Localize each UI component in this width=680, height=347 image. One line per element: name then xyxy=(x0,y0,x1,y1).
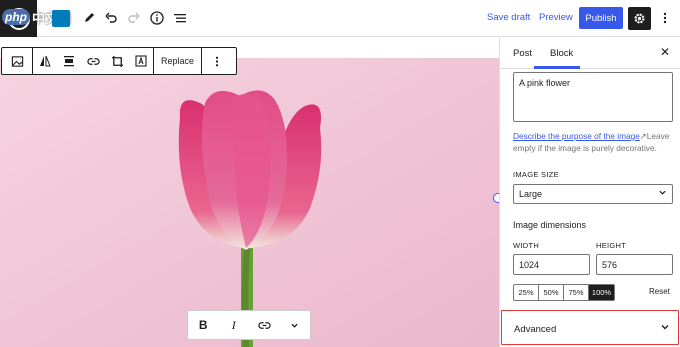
redo-icon[interactable] xyxy=(124,8,144,28)
chevron-down-icon xyxy=(660,322,670,332)
image-icon[interactable] xyxy=(2,48,32,74)
replace-button[interactable]: Replace xyxy=(154,48,201,74)
image-size-select[interactable]: Large xyxy=(513,184,673,204)
width-input[interactable]: 1024 xyxy=(513,254,590,275)
publish-button[interactable]: Publish xyxy=(579,7,623,29)
describe-purpose-link[interactable]: Describe the purpose of the image xyxy=(513,131,640,141)
crop-icon[interactable] xyxy=(105,48,129,74)
image-size-label: IMAGE SIZE xyxy=(513,170,559,179)
active-tab-indicator xyxy=(534,66,580,69)
add-block-button[interactable] xyxy=(52,10,70,27)
align-center-icon[interactable] xyxy=(57,48,81,74)
image-dimensions-label: Image dimensions xyxy=(513,220,587,230)
block-toolbar: Replace xyxy=(1,47,237,75)
close-icon[interactable]: ✕ xyxy=(660,45,670,59)
percentage-buttons: 25% 50% 75% 100% xyxy=(513,284,615,301)
watermark-php: php xyxy=(2,9,30,25)
tab-block[interactable]: Block xyxy=(550,48,573,59)
reset-button[interactable]: Reset xyxy=(649,287,670,296)
pct-100-button[interactable]: 100% xyxy=(589,285,614,300)
alt-text-input[interactable]: A pink flower xyxy=(513,72,673,122)
list-view-icon[interactable] xyxy=(170,8,190,28)
link-icon[interactable] xyxy=(81,48,105,74)
chevron-down-icon xyxy=(658,188,667,197)
align-icon[interactable] xyxy=(33,48,57,74)
save-draft-button[interactable]: Save draft xyxy=(487,12,530,23)
link-icon[interactable] xyxy=(252,319,276,332)
alt-text-help: Describe the purpose of the image↗Leave … xyxy=(513,130,675,154)
pct-75-button[interactable]: 75% xyxy=(564,285,589,300)
width-label: WIDTH xyxy=(513,241,540,250)
external-link-icon: ↗ xyxy=(639,131,647,141)
pencil-icon[interactable] xyxy=(79,8,99,28)
format-toolbar: B I xyxy=(187,310,311,340)
settings-sidebar: Post Block ✕ A pink flower Describe the … xyxy=(499,38,680,347)
preview-button[interactable]: Preview xyxy=(539,12,573,23)
editor-header: W php 中文网 Save draft Preview Publish xyxy=(0,0,680,37)
pink-flower-image xyxy=(0,58,499,347)
text-overlay-icon[interactable] xyxy=(129,48,153,74)
chevron-down-icon[interactable] xyxy=(283,321,307,330)
pct-50-button[interactable]: 50% xyxy=(539,285,564,300)
tab-post[interactable]: Post xyxy=(513,48,532,59)
image-block[interactable] xyxy=(0,58,499,347)
sidebar-tabs: Post Block ✕ xyxy=(500,38,680,69)
image-size-value: Large xyxy=(519,189,543,199)
undo-icon[interactable] xyxy=(101,8,121,28)
bold-button[interactable]: B xyxy=(191,318,215,332)
advanced-panel-toggle[interactable]: Advanced xyxy=(501,310,679,345)
more-options-icon[interactable] xyxy=(658,8,672,28)
block-options-icon[interactable] xyxy=(202,48,232,74)
height-label: HEIGHT xyxy=(596,241,627,250)
height-input[interactable]: 576 xyxy=(596,254,673,275)
italic-button[interactable]: I xyxy=(222,318,246,333)
settings-gear-icon[interactable] xyxy=(628,7,651,30)
pct-25-button[interactable]: 25% xyxy=(514,285,539,300)
advanced-label: Advanced xyxy=(514,324,557,335)
info-icon[interactable] xyxy=(147,8,167,28)
